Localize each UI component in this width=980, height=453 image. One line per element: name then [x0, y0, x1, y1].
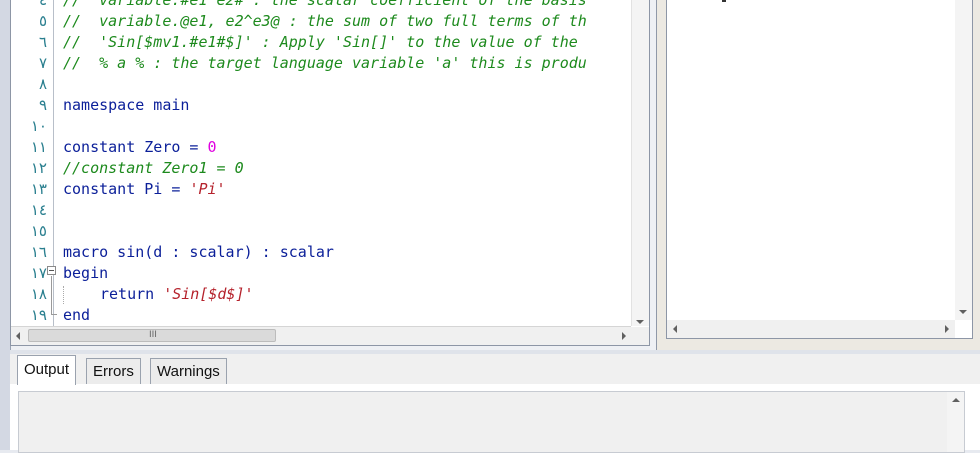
- editor-horizontal-scrollbar[interactable]: III: [11, 326, 631, 345]
- scroll-up-arrow-icon[interactable]: [952, 398, 960, 402]
- code-line: namespace main: [63, 96, 190, 114]
- code-number: 0: [207, 138, 217, 156]
- output-text-box[interactable]: [18, 391, 965, 453]
- scroll-left-arrow-icon[interactable]: [673, 325, 677, 333]
- scrollbar-grip: III: [149, 330, 157, 340]
- editor-vertical-scrollbar[interactable]: [631, 0, 649, 326]
- content-mark: [722, 0, 726, 2]
- output-panel: [10, 384, 980, 453]
- code-keyword: constant Zero =: [63, 138, 208, 156]
- window: ٤ ٥ ٦ ٧ ٨ ٩ ١٠ ١١ ١٢ ١٣ ١٤ ١٥ ١٦ ١٧ ١٨ ١…: [0, 0, 980, 453]
- line-number: ١٩: [30, 306, 47, 324]
- line-number: ٥: [38, 12, 47, 30]
- right-panel: [656, 0, 980, 350]
- code-line: begin: [63, 264, 109, 282]
- right-horizontal-scrollbar[interactable]: [667, 320, 955, 338]
- code-line: // % a % : the target language variable …: [63, 54, 587, 72]
- fold-guide-line: [51, 276, 52, 314]
- code-line: end: [63, 306, 91, 324]
- bottom-tab-bar: Output Errors Warnings: [10, 354, 980, 385]
- code-editor[interactable]: ٤ ٥ ٦ ٧ ٨ ٩ ١٠ ١١ ١٢ ١٣ ١٤ ١٥ ١٦ ١٧ ١٨ ١…: [10, 0, 650, 346]
- line-number: ١١: [30, 138, 47, 156]
- right-panel-content[interactable]: [666, 0, 973, 339]
- scroll-right-arrow-icon[interactable]: [945, 325, 949, 333]
- line-number: ١٥: [30, 222, 47, 240]
- line-number: ١٦: [30, 243, 47, 261]
- line-number: ٦: [38, 33, 47, 51]
- line-number: ٩: [38, 96, 47, 114]
- scroll-down-arrow-icon[interactable]: [959, 310, 967, 314]
- scroll-left-arrow-icon[interactable]: [16, 332, 20, 340]
- code-line: // variable.@e1, e2^e3@ : the sum of two…: [63, 12, 587, 30]
- line-number: ٨: [38, 75, 47, 93]
- scrollbar-corner: [631, 327, 649, 345]
- line-number: ٤: [38, 0, 47, 9]
- line-number: ٧: [38, 54, 47, 72]
- line-number: ١٧: [30, 264, 47, 282]
- tab-output[interactable]: Output: [17, 355, 77, 385]
- right-vertical-scrollbar[interactable]: [955, 0, 972, 320]
- code-keyword: constant Pi =: [63, 180, 190, 198]
- indent-guide: [63, 285, 100, 304]
- tab-errors[interactable]: Errors: [86, 358, 141, 384]
- code-keyword: return: [100, 285, 164, 303]
- line-number: ١٢: [30, 159, 47, 177]
- fold-toggle-icon[interactable]: [47, 266, 56, 275]
- code-string: 'Sin[$d$]': [163, 285, 254, 303]
- scroll-down-arrow-icon[interactable]: [636, 320, 644, 324]
- code-line: constant Zero = 0: [63, 137, 217, 158]
- line-number: ١٣: [30, 180, 47, 198]
- code-line: // 'Sin[$mv1.#e1#$]' : Apply 'Sin[]' to …: [63, 33, 578, 51]
- code-line: //constant Zero1 = 0: [63, 159, 244, 177]
- line-number: ١٤: [30, 201, 47, 219]
- code-line: constant Pi = 'Pi': [63, 179, 226, 200]
- code-line: macro sin(d : scalar) : scalar: [63, 243, 334, 261]
- scroll-right-arrow-icon[interactable]: [622, 332, 626, 340]
- code-text-area[interactable]: // variable.#e1 e2# : the scalar coeffic…: [63, 0, 631, 326]
- code-string: 'Pi': [189, 180, 226, 198]
- code-line: // variable.#e1 e2# : the scalar coeffic…: [63, 0, 587, 9]
- line-number: ١٠: [30, 117, 47, 135]
- output-vertical-scrollbar[interactable]: [947, 392, 964, 452]
- tab-warnings[interactable]: Warnings: [150, 358, 227, 384]
- scrollbar-thumb[interactable]: III: [28, 329, 276, 342]
- line-number-gutter: ٤ ٥ ٦ ٧ ٨ ٩ ١٠ ١١ ١٢ ١٣ ١٤ ١٥ ١٦ ١٧ ١٨ ١…: [11, 0, 57, 345]
- line-number: ١٨: [30, 285, 47, 303]
- code-line: return 'Sin[$d$]': [63, 284, 254, 305]
- fold-end-marker: [51, 314, 57, 315]
